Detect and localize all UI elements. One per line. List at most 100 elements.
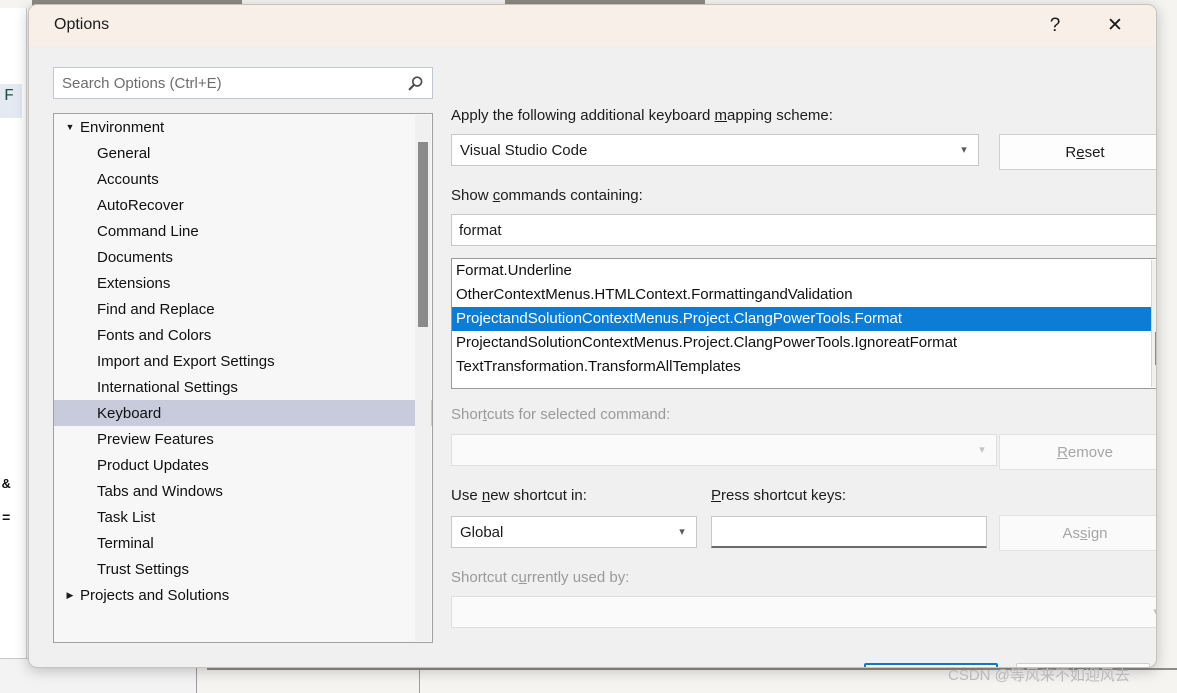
twisty-expanded-icon[interactable]: ▼ — [62, 122, 78, 132]
dialog-title: Options — [54, 16, 110, 33]
press-shortcut-keys-input[interactable] — [712, 523, 986, 540]
background-code-glyph: = — [2, 511, 11, 527]
tree-item-keyboard[interactable]: Keyboard — [54, 400, 432, 426]
tree-item-label: Keyboard — [97, 404, 162, 422]
accelerator-char: e — [1076, 143, 1085, 161]
show-commands-input[interactable] — [452, 221, 1156, 239]
tree-item-product-updates[interactable]: Product Updates — [54, 452, 432, 478]
accelerator-char: n — [481, 487, 491, 504]
tree-scrollbar-thumb[interactable] — [418, 142, 428, 327]
background-code-glyph: F — [4, 87, 15, 106]
tree-item-fonts-and-colors[interactable]: Fonts and Colors — [54, 322, 432, 348]
chevron-down-icon: ▾ — [961, 143, 967, 156]
cancel-button[interactable]: Cancel — [1016, 663, 1150, 667]
label-part: Use — [451, 487, 482, 504]
commands-listbox[interactable]: Format.Underline OtherContextMenus.HTMLCo… — [451, 258, 1156, 389]
tree-item-label: Terminal — [97, 534, 154, 552]
background-code-glyph: & — [2, 477, 11, 493]
tree-item-label: Documents — [97, 248, 173, 266]
options-dialog: Options ? ✕ ▼Environment General Accounts A… — [28, 4, 1157, 668]
shortcuts-for-command-label: Shortcuts for selected command: — [451, 406, 670, 423]
mapping-scheme-value: Visual Studio Code — [460, 141, 588, 159]
label-part: ommands containing: — [500, 187, 643, 204]
command-list-item[interactable]: ProjectandSolutionContextMenus.Project.C… — [452, 331, 1156, 355]
tree-item-label: AutoRecover — [97, 196, 184, 214]
tree-item-label: General — [97, 144, 151, 162]
tree-item-task-list[interactable]: Task List — [54, 504, 432, 530]
use-new-shortcut-in-value: Global — [460, 523, 504, 541]
tree-item-extensions[interactable]: Extensions — [54, 270, 432, 296]
dialog-body: ▼Environment General Accounts AutoRecover Co… — [29, 47, 1156, 667]
commands-list-items: Format.Underline OtherContextMenus.HTMLCo… — [452, 259, 1156, 379]
tree-item-label: Fonts and Colors — [97, 326, 212, 344]
show-commands-box[interactable] — [451, 214, 1156, 246]
help-button[interactable]: ? — [1032, 5, 1078, 46]
tree-item-projects-and-solutions[interactable]: ▶ Projects and Solutions — [54, 582, 432, 608]
search-input[interactable] — [54, 74, 398, 92]
tree-item-environment[interactable]: ▼ Environment — [54, 114, 432, 140]
tree-item-label: International Settings — [97, 378, 238, 396]
twisty-collapsed-icon[interactable]: ▶ — [62, 590, 78, 601]
chevron-down-icon: ▾ — [679, 525, 685, 538]
tree-item-general[interactable]: General — [54, 140, 432, 166]
tree-item-international-settings[interactable]: International Settings — [54, 374, 432, 400]
search-options-box[interactable] — [53, 67, 433, 99]
commands-scrollbar[interactable] — [1151, 260, 1156, 387]
tree-scrollbar[interactable] — [415, 115, 431, 641]
shortcut-currently-used-by-label: Shortcut currently used by: — [451, 569, 629, 586]
tree-item-command-line[interactable]: Command Line — [54, 218, 432, 244]
remove-button: Remove — [999, 434, 1156, 470]
reset-button[interactable]: Re set — [999, 134, 1156, 170]
tree-item-import-and-export-settings[interactable]: Import and Export Settings — [54, 348, 432, 374]
tree-item-accounts[interactable]: Accounts — [54, 166, 432, 192]
tree-item-preview-features[interactable]: Preview Features — [54, 426, 432, 452]
tree-item-label: Preview Features — [97, 430, 214, 448]
options-tree[interactable]: ▼ Environment General Accounts AutoRecover Co… — [53, 113, 433, 643]
label-part: Show — [451, 187, 493, 204]
dialog-titlebar: Options ? ✕ — [29, 5, 1156, 47]
accelerator-char: m — [714, 107, 728, 124]
commands-scrollbar-thumb[interactable] — [1155, 332, 1156, 365]
command-list-item[interactable]: TextTransformation.TransformAllTemplates — [452, 355, 1156, 379]
tree-item-documents[interactable]: Documents — [54, 244, 432, 270]
tree-item-autorecover[interactable]: AutoRecover — [54, 192, 432, 218]
tree-item-tabs-and-windows[interactable]: Tabs and Windows — [54, 478, 432, 504]
tree-item-label: Tabs and Windows — [97, 482, 223, 500]
use-new-shortcut-in-label: Use new shortcut in: — [451, 487, 587, 504]
assign-button: As s ign — [999, 515, 1156, 551]
command-list-item[interactable]: OtherContextMenus.HTMLContext.Formatting… — [452, 283, 1156, 307]
shortcut-currently-used-by-dropdown: ▾ — [451, 596, 1156, 628]
tree-item-label: Extensions — [97, 274, 171, 292]
tree-item-find-and-replace[interactable]: Find and Replace — [54, 296, 432, 322]
label-part: Shortcut c — [451, 569, 519, 586]
tree-item-label: Find and Replace — [97, 300, 215, 318]
tree-item-label: Trust Settings — [97, 560, 189, 578]
tree-item-label: Command Line — [97, 222, 199, 240]
search-icon[interactable] — [398, 68, 432, 98]
label-part: Shor — [451, 406, 483, 423]
accelerator-char: P — [711, 487, 722, 504]
label-part: apping scheme: — [727, 107, 833, 124]
ok-button[interactable]: OK — [864, 663, 998, 667]
options-tree-items: ▼ Environment General Accounts AutoRecover Co… — [54, 114, 432, 608]
label-part: ew shortcut in: — [490, 487, 587, 504]
label-part: ress shortcut keys: — [721, 487, 847, 504]
label-part: Apply the following additional keyboard — [451, 107, 715, 124]
tree-item-terminal[interactable]: Terminal — [54, 530, 432, 556]
label-part: set — [1084, 143, 1105, 161]
mapping-scheme-dropdown[interactable]: Visual Studio Code ▾ — [451, 134, 979, 166]
tree-item-label: Projects and Solutions — [80, 586, 230, 604]
press-shortcut-keys-box[interactable] — [711, 516, 987, 548]
command-list-item[interactable]: ProjectandSolutionContextMenus.Project.C… — [452, 307, 1156, 331]
tree-item-label: Accounts — [97, 170, 159, 188]
label-part: As — [1062, 524, 1080, 542]
background-divider — [419, 668, 420, 693]
command-list-item[interactable]: Format.Underline — [452, 259, 1156, 283]
accelerator-char: R — [1057, 443, 1068, 461]
use-new-shortcut-in-dropdown[interactable]: Global ▾ — [451, 516, 697, 548]
label-part: R — [1065, 143, 1077, 161]
close-button[interactable]: ✕ — [1092, 5, 1138, 46]
tree-item-trust-settings[interactable]: Trust Settings — [54, 556, 432, 582]
label-part: ign — [1087, 524, 1108, 542]
tree-item-label: Environment — [80, 118, 165, 136]
